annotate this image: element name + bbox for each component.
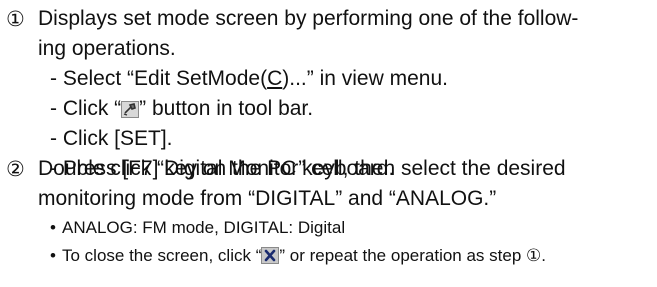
step-2: ② Double click “Digital Monitor” cell, t… bbox=[6, 154, 654, 270]
step-2-line-2: monitoring mode from “DIGITAL” and “ANAL… bbox=[38, 187, 497, 210]
step-1-option-menu: - Select “Edit SetMode(C)...” in view me… bbox=[50, 67, 448, 90]
step-1-line-2: ing operations. bbox=[38, 37, 176, 60]
close-icon bbox=[261, 247, 280, 264]
set-mode-toolbar-icon bbox=[121, 101, 140, 118]
step-2-bullet-2: • To close the screen, click “” or repeat… bbox=[50, 246, 546, 265]
step-2-line-1: Double click “Digital Monitor” cell, the… bbox=[38, 157, 566, 180]
step-2-number: ② bbox=[6, 157, 25, 181]
menu-shortcut-key: C bbox=[267, 67, 283, 90]
step-1-option-set: - Click [SET]. bbox=[50, 127, 173, 150]
step-1-number: ① bbox=[6, 7, 25, 31]
step-2-bullet-1: • ANALOG: FM mode, DIGITAL: Digital bbox=[50, 218, 346, 237]
step-1-option-toolbar: - Click “” button in tool bar. bbox=[50, 97, 314, 120]
step-1-line-1: Displays set mode screen by performing o… bbox=[38, 7, 579, 30]
